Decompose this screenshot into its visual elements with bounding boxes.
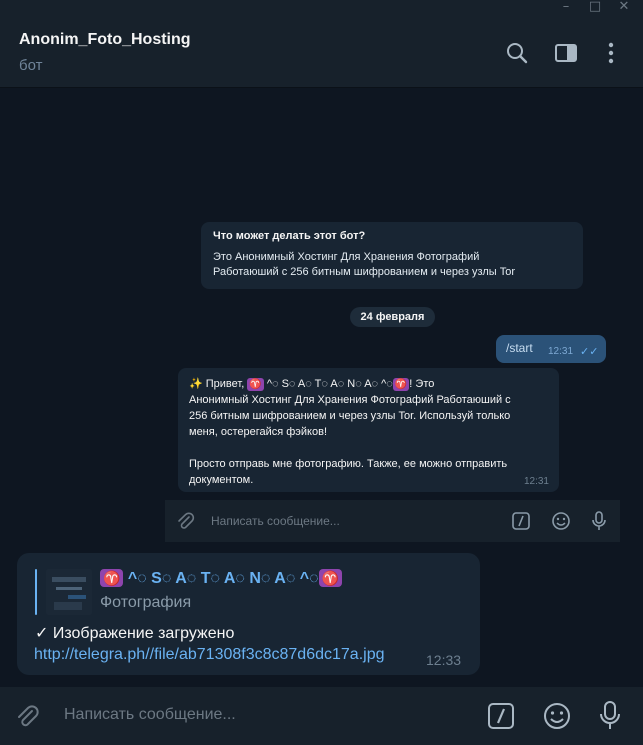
outgoing-time: 12:31 [548, 346, 574, 357]
attach-icon [178, 512, 195, 529]
thumbnail-image [46, 569, 92, 615]
attach-icon[interactable] [14, 703, 40, 729]
bot-info-line: Это Анонимный Хостинг Для Хранения Фотог… [213, 251, 480, 263]
outgoing-text: /start [506, 341, 533, 355]
incoming-username: ^◌ S◌ A◌ T◌ A◌ N◌ A◌ ^◌ [263, 378, 393, 390]
reply-sender-name: ^◌ S◌ A◌ T◌ A◌ N◌ A◌ ^◌ [123, 570, 319, 587]
double-check-icon: ✓✓ [580, 345, 599, 358]
bot-info-text: Это Анонимный Хостинг Для Хранения Фотог… [213, 250, 571, 280]
incoming-text-para2: Просто отправь мне фотографию. Также, ее… [189, 456, 548, 488]
embedded-input-placeholder: Написать сообщение... [211, 514, 340, 528]
reply-sender: ♈ ^◌ S◌ A◌ T◌ A◌ N◌ A◌ ^◌ ♈ [100, 569, 343, 588]
aries-sign-icon: ♈ [100, 569, 124, 587]
microphone-icon [592, 511, 606, 530]
message-composer: Написать сообщение... [0, 687, 643, 745]
reply-type: Фотография [100, 594, 192, 611]
bot-info-box: Что может делать этот бот? Это Анонимный… [201, 222, 583, 289]
upload-status: ✓ Изображение загружено [35, 625, 235, 642]
more-menu-icon[interactable] [598, 40, 624, 66]
incoming-time: 12:31 [523, 476, 549, 487]
outgoing-message[interactable]: /start 12:31 ✓✓ [496, 335, 606, 363]
minimize-button[interactable]: – [556, 0, 576, 16]
maximize-button[interactable]: □ [585, 0, 605, 16]
incoming-line: 256 битным шифрованием и через узлы Tor.… [189, 410, 511, 422]
search-icon[interactable] [504, 40, 530, 66]
chat-subtitle: бот [19, 57, 43, 74]
emoji-icon [552, 512, 570, 530]
image-link[interactable]: http://telegra.ph//file/ab71308f3c8c87d6… [34, 646, 385, 664]
reply-bar [35, 569, 37, 615]
incoming-message[interactable]: ✨ Привет, ♈ ^◌ S◌ A◌ T◌ A◌ N◌ A◌ ^◌ ♈! Эт… [178, 368, 559, 492]
aries-sign-icon: ♈ [247, 378, 264, 391]
chat-header[interactable]: Anonim_Foto_Hosting бот [0, 16, 643, 88]
sidebar-toggle-icon[interactable] [553, 40, 579, 66]
bot-command-icon[interactable] [487, 702, 515, 730]
date-separator: 24 февраля [350, 307, 435, 327]
photo-thumbnail[interactable] [46, 569, 92, 615]
embedded-input-bar: Написать сообщение... [165, 500, 620, 542]
window-titlebar: – □ ✕ [0, 0, 643, 16]
aries-sign-icon: ♈ [318, 569, 343, 587]
incoming-line: меня, остерегайся фэйков! [189, 426, 328, 438]
close-button[interactable]: ✕ [614, 0, 634, 16]
incoming-text: ✨ Привет, ♈ ^◌ S◌ A◌ T◌ A◌ N◌ A◌ ^◌ ♈! Эт… [189, 376, 548, 440]
emoji-icon[interactable] [542, 701, 572, 731]
bot-command-icon [512, 512, 530, 530]
bot-info-title: Что может делать этот бот? [213, 230, 366, 242]
aries-sign-icon: ♈ [392, 378, 410, 391]
bot-reply-message[interactable]: ♈ ^◌ S◌ A◌ T◌ A◌ N◌ A◌ ^◌ ♈ Фотография ✓ … [17, 553, 480, 675]
chat-title: Anonim_Foto_Hosting [19, 31, 191, 48]
incoming-line: Анонимный Хостинг Для Хранения Фотографи… [189, 394, 511, 406]
incoming-line: Просто отправь мне фотографию. Также, ее… [189, 458, 508, 470]
microphone-icon[interactable] [597, 700, 623, 732]
incoming-greeting: ✨ Привет, [189, 378, 248, 390]
message-input[interactable]: Написать сообщение... [64, 706, 236, 724]
incoming-line-end: ! Это [409, 378, 435, 390]
incoming-line: документом. [189, 474, 254, 486]
bot-info-line: Работаюший с 256 битным шифрованием и че… [213, 266, 516, 278]
message-time: 12:33 [426, 652, 462, 668]
